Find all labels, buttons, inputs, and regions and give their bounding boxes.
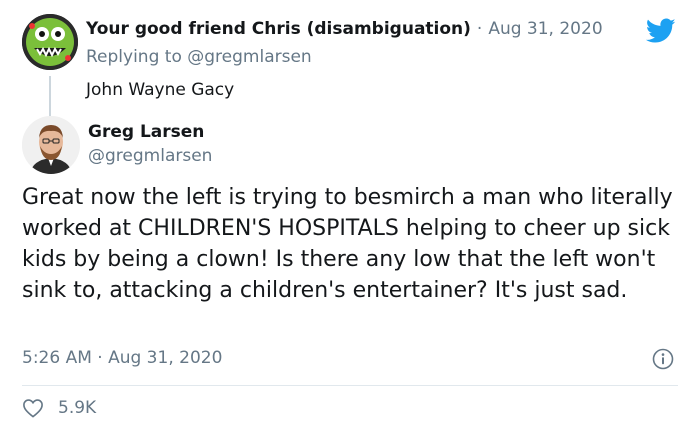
reply-author-name[interactable]: Your good friend Chris (disambiguation) (86, 19, 471, 39)
info-icon[interactable] (652, 348, 674, 370)
reply-date[interactable]: Aug 31, 2020 (488, 19, 602, 39)
reply-tweet: Your good friend Chris (disambiguation) … (22, 14, 682, 118)
twitter-bird-icon[interactable] (646, 18, 676, 44)
divider (22, 385, 678, 386)
like-action[interactable]: 5.9K (22, 398, 96, 418)
reply-header: Your good friend Chris (disambiguation) … (86, 14, 676, 44)
avatar[interactable] (22, 14, 78, 70)
monster-avatar-image (22, 14, 78, 70)
reply-tweet-body: Your good friend Chris (disambiguation) … (86, 14, 676, 102)
thread-connector (49, 76, 51, 118)
replying-handle[interactable]: @gregmlarsen (187, 47, 311, 67)
profile-photo-image (22, 116, 80, 174)
replying-prefix: Replying to (86, 47, 182, 67)
reply-text: John Wayne Gacy (86, 80, 235, 100)
main-author-handle[interactable]: @gregmlarsen (88, 144, 212, 168)
main-author-name[interactable]: Greg Larsen (88, 120, 212, 144)
tweet-text: Great now the left is trying to besmirch… (22, 185, 673, 303)
like-count: 5.9K (58, 398, 97, 418)
replying-to: Replying to @gregmlarsen (86, 45, 676, 69)
heart-icon[interactable] (22, 398, 44, 418)
separator-dot: · (476, 19, 483, 39)
main-author: Greg Larsen @gregmlarsen (88, 120, 212, 168)
avatar[interactable] (22, 116, 80, 174)
tweet-timestamp[interactable]: 5:26 AM · Aug 31, 2020 (22, 346, 222, 370)
